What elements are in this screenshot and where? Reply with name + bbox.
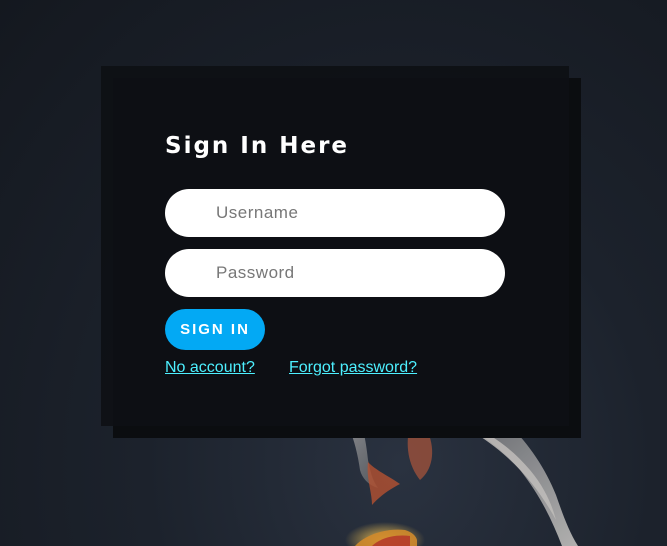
login-title: Sign In Here bbox=[165, 133, 350, 159]
no-account-link[interactable]: No account? bbox=[165, 359, 255, 377]
sign-in-button[interactable]: SIGN IN bbox=[165, 309, 265, 350]
password-input[interactable] bbox=[165, 249, 505, 297]
username-input[interactable] bbox=[165, 189, 505, 237]
forgot-password-link[interactable]: Forgot password? bbox=[289, 359, 417, 377]
password-field[interactable] bbox=[165, 249, 505, 297]
username-field[interactable] bbox=[165, 189, 505, 237]
